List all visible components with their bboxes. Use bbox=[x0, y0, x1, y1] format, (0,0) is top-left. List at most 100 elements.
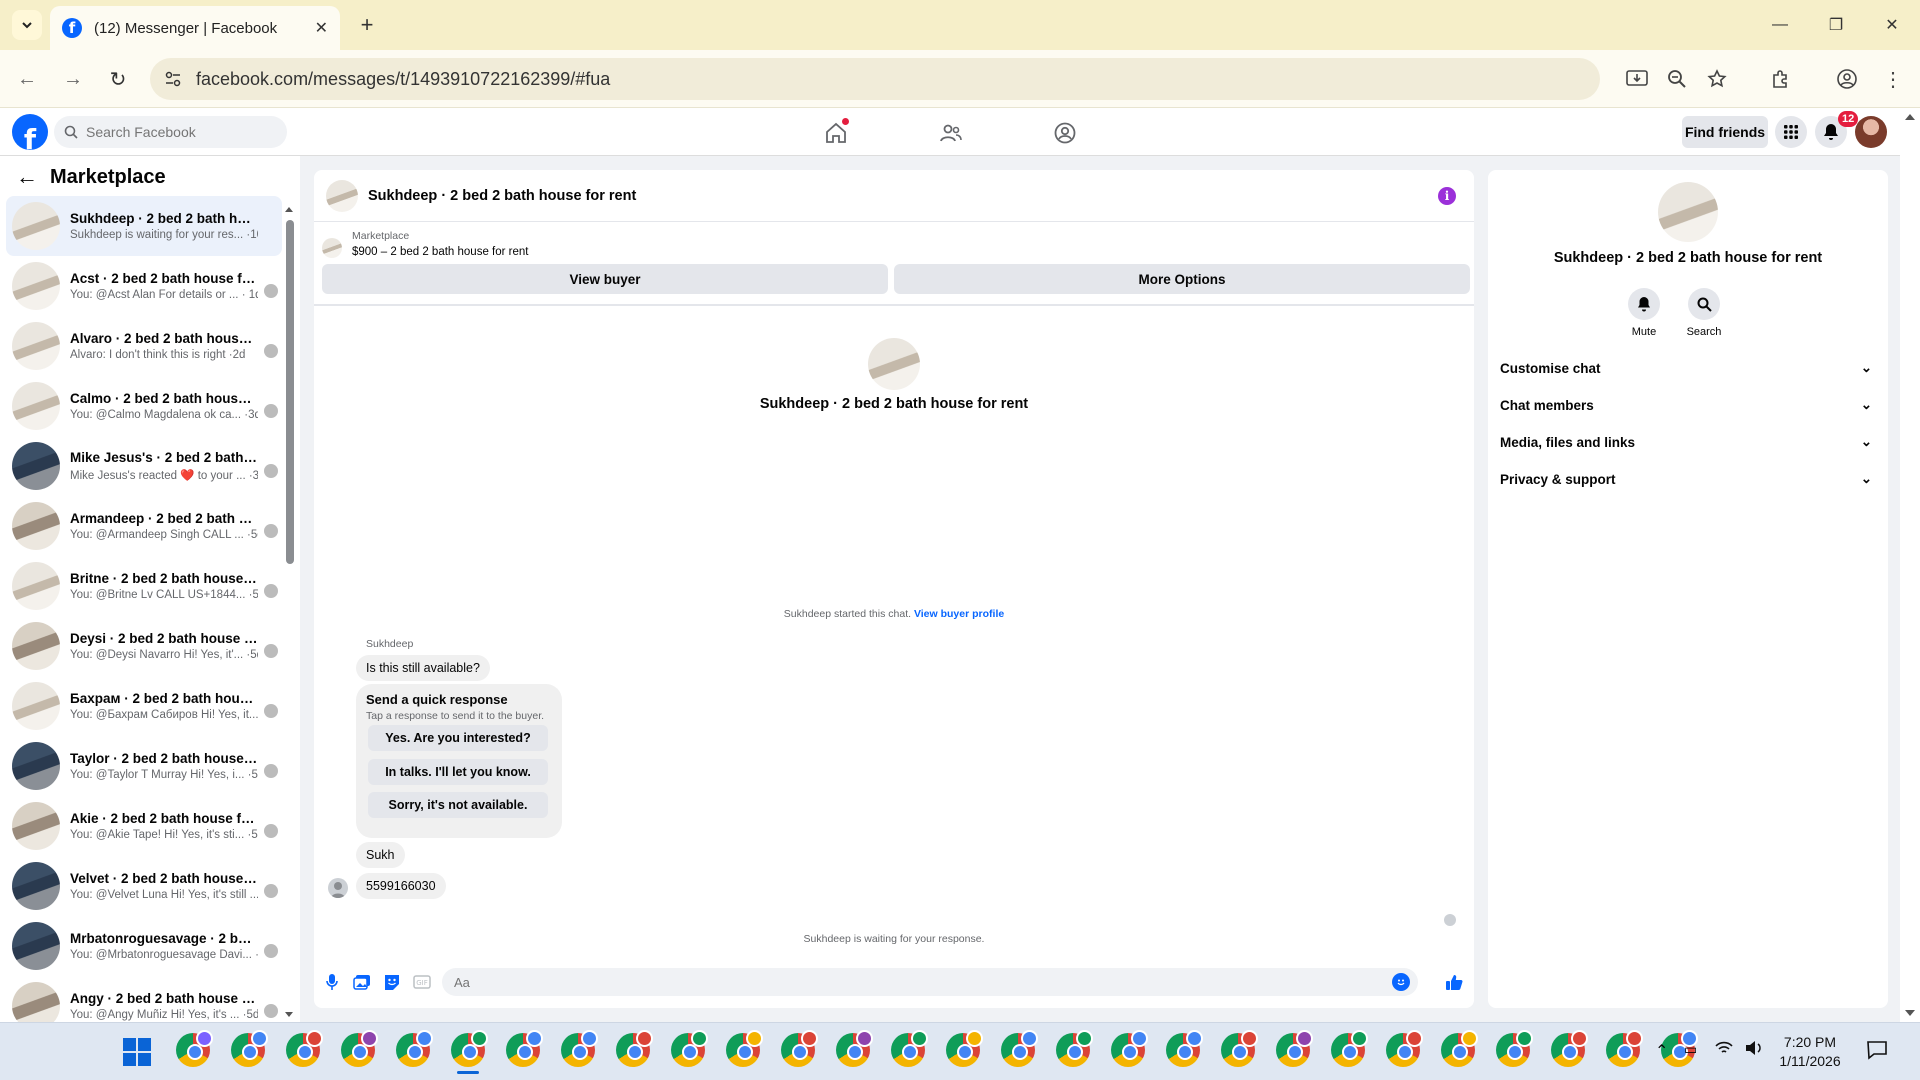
chrome-profile-taskbar-icon[interactable] bbox=[616, 1030, 653, 1067]
system-clock[interactable]: 7:20 PM 1/11/2026 bbox=[1764, 1033, 1856, 1071]
chrome-profile-taskbar-icon[interactable] bbox=[946, 1030, 983, 1067]
chrome-profile-taskbar-icon[interactable] bbox=[286, 1030, 323, 1067]
sender-avatar[interactable] bbox=[328, 878, 348, 898]
chrome-profile-taskbar-icon[interactable] bbox=[1496, 1030, 1533, 1067]
chrome-profile-taskbar-icon[interactable] bbox=[726, 1030, 763, 1067]
chrome-profile-taskbar-icon[interactable] bbox=[451, 1030, 488, 1074]
chrome-profile-taskbar-icon[interactable] bbox=[506, 1030, 543, 1067]
friends-nav-icon[interactable] bbox=[936, 118, 966, 148]
chrome-profile-taskbar-icon[interactable] bbox=[1111, 1030, 1148, 1067]
zoom-icon[interactable] bbox=[1662, 64, 1692, 94]
chrome-profile-taskbar-icon[interactable] bbox=[1276, 1030, 1313, 1067]
home-nav-icon[interactable] bbox=[821, 118, 851, 148]
like-thumbs-up-icon[interactable] bbox=[1444, 972, 1464, 992]
view-buyer-button[interactable]: View buyer bbox=[322, 264, 888, 294]
sticker-icon[interactable] bbox=[382, 972, 402, 992]
chrome-profile-taskbar-icon[interactable] bbox=[1606, 1030, 1643, 1067]
conversation-item[interactable]: Velvet · 2 bed 2 bath house for ... You: … bbox=[6, 856, 282, 916]
windows-start-icon[interactable] bbox=[122, 1037, 152, 1067]
search-action[interactable]: Search bbox=[1674, 288, 1734, 338]
customise-chat-section[interactable]: Customise chat ⌄ bbox=[1500, 353, 1876, 383]
chrome-profile-taskbar-icon[interactable] bbox=[561, 1030, 598, 1067]
conversation-scroll-thumb[interactable] bbox=[286, 220, 294, 564]
close-window-button[interactable]: ✕ bbox=[1864, 0, 1920, 50]
chat-header-avatar[interactable] bbox=[326, 179, 358, 212]
battery-icon[interactable]: ▭ bbox=[1684, 1041, 1697, 1058]
show-hidden-icons-chevron[interactable]: ⌃ bbox=[1655, 1041, 1668, 1061]
more-options-button[interactable]: More Options bbox=[894, 264, 1470, 294]
chrome-profile-taskbar-icon[interactable] bbox=[341, 1030, 378, 1067]
quick-response-in-talks-button[interactable]: In talks. I'll let you know. bbox=[368, 759, 548, 785]
restore-button[interactable]: ❐ bbox=[1808, 0, 1864, 50]
account-avatar[interactable] bbox=[1855, 116, 1887, 148]
view-buyer-profile-link[interactable]: View buyer profile bbox=[914, 608, 1004, 620]
site-settings-icon[interactable] bbox=[164, 70, 182, 88]
new-tab-button[interactable]: + bbox=[352, 10, 382, 40]
browser-menu-icon[interactable]: ⋮ bbox=[1878, 64, 1908, 94]
chrome-profile-taskbar-icon[interactable] bbox=[1001, 1030, 1038, 1067]
listing-price[interactable]: $900 – 2 bed 2 bath house for rent bbox=[352, 246, 528, 258]
conversation-item[interactable]: Mike Jesus's · 2 bed 2 bath hou... Mike J… bbox=[6, 436, 282, 496]
chrome-profile-taskbar-icon[interactable] bbox=[836, 1030, 873, 1067]
back-button[interactable]: ← bbox=[12, 64, 42, 94]
browser-tab-messenger[interactable]: f (12) Messenger | Facebook ✕ bbox=[50, 6, 340, 50]
info-panel-avatar[interactable] bbox=[1658, 182, 1718, 242]
conversation-item[interactable]: Mrbatonroguesavage · 2 bed 2 ... You: @Mr… bbox=[6, 916, 282, 976]
bell-icon[interactable] bbox=[1628, 288, 1660, 320]
chat-members-section[interactable]: Chat members ⌄ bbox=[1500, 390, 1876, 420]
volume-icon[interactable] bbox=[1744, 1040, 1764, 1056]
conversation-item[interactable]: Acst · 2 bed 2 bath house for... You: @Ac… bbox=[6, 256, 282, 316]
chrome-profile-taskbar-icon[interactable] bbox=[176, 1030, 213, 1067]
chat-title[interactable]: Sukhdeep · 2 bed 2 bath house for rent bbox=[368, 188, 636, 204]
chrome-profile-taskbar-icon[interactable] bbox=[1056, 1030, 1093, 1067]
install-app-icon[interactable] bbox=[1622, 64, 1652, 94]
extensions-icon[interactable] bbox=[1766, 64, 1796, 94]
microphone-icon[interactable] bbox=[322, 972, 342, 992]
chrome-profile-taskbar-icon[interactable] bbox=[231, 1030, 268, 1067]
facebook-logo-icon[interactable]: f bbox=[12, 114, 48, 150]
bookmark-star-icon[interactable] bbox=[1702, 64, 1732, 94]
quick-response-not-available-button[interactable]: Sorry, it's not available. bbox=[368, 792, 548, 818]
profile-nav-icon[interactable] bbox=[1050, 118, 1080, 148]
mute-action[interactable]: Mute bbox=[1614, 288, 1674, 338]
page-scrollbar[interactable] bbox=[1900, 108, 1920, 1022]
conversation-item[interactable]: Armandeep · 2 bed 2 bath h... You: @Arman… bbox=[6, 496, 282, 556]
search-conversation-icon[interactable] bbox=[1688, 288, 1720, 320]
chrome-profile-taskbar-icon[interactable] bbox=[1221, 1030, 1258, 1067]
emoji-icon[interactable] bbox=[1392, 973, 1410, 991]
find-friends-button[interactable]: Find friends bbox=[1682, 116, 1768, 148]
chrome-profile-taskbar-icon[interactable] bbox=[1386, 1030, 1423, 1067]
minimize-button[interactable]: — bbox=[1752, 0, 1808, 50]
message-input-box[interactable] bbox=[442, 968, 1418, 996]
photo-icon[interactable] bbox=[352, 972, 372, 992]
conversation-item[interactable]: Britne · 2 bed 2 bath house f... You: @Br… bbox=[6, 556, 282, 616]
profile-icon[interactable] bbox=[1832, 64, 1862, 94]
conversation-item[interactable]: Akie · 2 bed 2 bath house for... You: @Ak… bbox=[6, 796, 282, 856]
tab-search-chevron-icon[interactable] bbox=[12, 10, 42, 40]
gif-icon[interactable]: GIF bbox=[412, 972, 432, 992]
chrome-profile-taskbar-icon[interactable] bbox=[781, 1030, 818, 1067]
conversation-item[interactable]: Deysi · 2 bed 2 bath house f... You: @Dey… bbox=[6, 616, 282, 676]
conversation-item[interactable]: Calmo · 2 bed 2 bath house f... You: @Cal… bbox=[6, 376, 282, 436]
chrome-profile-taskbar-icon[interactable] bbox=[1331, 1030, 1368, 1067]
forward-button[interactable]: → bbox=[58, 64, 88, 94]
chrome-profile-taskbar-icon[interactable] bbox=[1551, 1030, 1588, 1067]
chrome-profile-taskbar-icon[interactable] bbox=[891, 1030, 928, 1067]
message-input[interactable] bbox=[454, 974, 1354, 990]
chrome-profile-taskbar-icon[interactable] bbox=[1166, 1030, 1203, 1067]
media-files-links-section[interactable]: Media, files and links ⌄ bbox=[1500, 427, 1876, 457]
menu-grid-icon[interactable] bbox=[1775, 116, 1807, 148]
address-bar[interactable]: facebook.com/messages/t/1493910722162399… bbox=[150, 58, 1600, 100]
chrome-profile-taskbar-icon[interactable] bbox=[671, 1030, 708, 1067]
chrome-profile-taskbar-icon[interactable] bbox=[396, 1030, 433, 1067]
conversation-item[interactable]: Taylor · 2 bed 2 bath house f... You: @Ta… bbox=[6, 736, 282, 796]
tab-close-icon[interactable]: ✕ bbox=[315, 18, 328, 38]
quick-response-yes-button[interactable]: Yes. Are you interested? bbox=[368, 725, 548, 751]
facebook-search[interactable] bbox=[54, 116, 287, 148]
privacy-support-section[interactable]: Privacy & support ⌄ bbox=[1500, 464, 1876, 494]
conversation-item[interactable]: Sukhdeep · 2 bed 2 bath house... Sukhdeep… bbox=[6, 196, 282, 256]
back-arrow-icon[interactable]: ← bbox=[16, 164, 38, 190]
notification-center-icon[interactable] bbox=[1866, 1039, 1888, 1061]
facebook-search-input[interactable] bbox=[86, 124, 276, 140]
conversation-item[interactable]: Alvaro · 2 bed 2 bath house for... Alvaro… bbox=[6, 316, 282, 376]
